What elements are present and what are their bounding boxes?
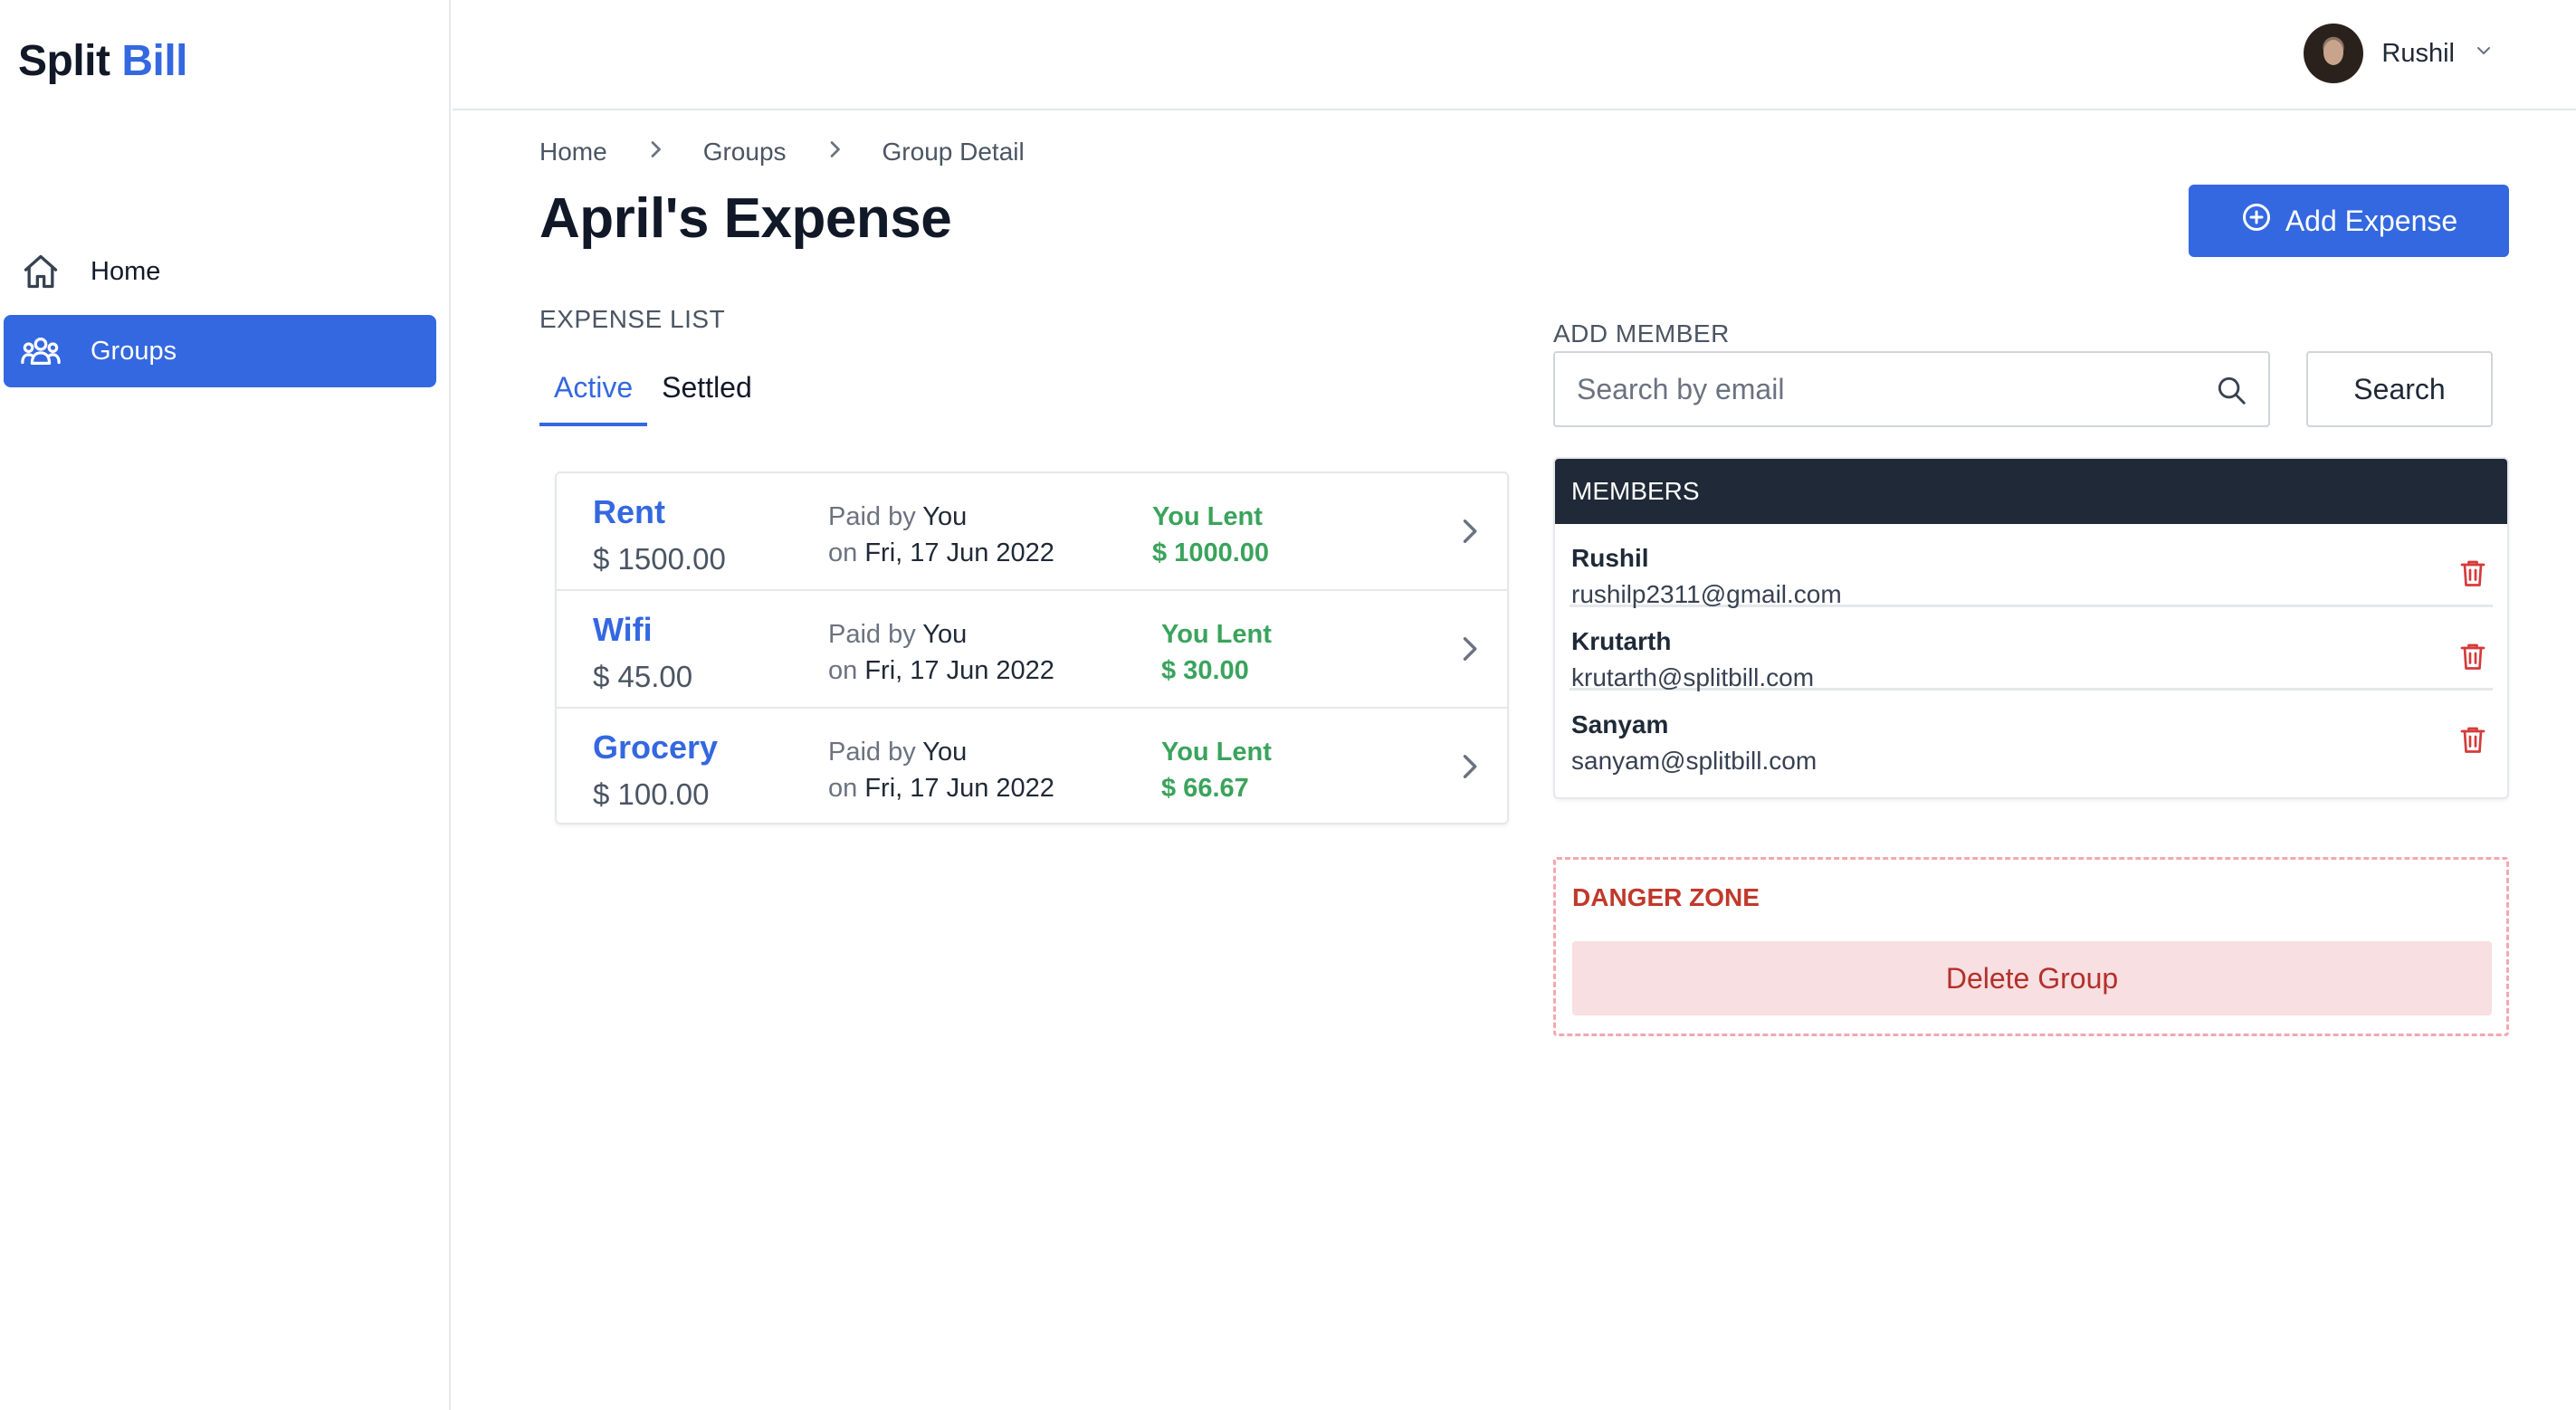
trash-icon[interactable] [2457, 557, 2489, 594]
tab-settled[interactable]: Settled [647, 362, 767, 426]
members-panel: MEMBERS Rushil rushilp2311@gmail.com Kru… [1553, 457, 2509, 799]
expense-name: Grocery [593, 729, 719, 766]
expense-paid-info: Paid by You on Fri, 17 Jun 2022 [828, 502, 1054, 567]
member-search-input[interactable]: Search by email [1553, 351, 2270, 427]
member-item: Sanyam sanyam@splitbill.com [1569, 691, 2493, 775]
add-expense-button[interactable]: Add Expense [2189, 185, 2509, 257]
sidebar: Split Bill Home Groups [0, 0, 451, 1410]
add-expense-label: Add Expense [2285, 204, 2458, 237]
expense-paid-info: Paid by You on Fri, 17 Jun 2022 [828, 620, 1054, 685]
top-bar: Rushil [453, 0, 2576, 110]
search-placeholder: Search by email [1577, 372, 1785, 405]
users-icon [20, 330, 62, 372]
expense-name: Wifi [593, 611, 653, 648]
avatar[interactable] [2304, 24, 2364, 83]
member-name: Rushil [1571, 544, 1649, 572]
expense-row-wifi[interactable]: Wifi $ 45.00 Paid by You on Fri, 17 Jun … [557, 591, 1507, 709]
user-name: Rushil [2381, 38, 2455, 68]
member-item: Rushil rushilp2311@gmail.com [1569, 524, 2493, 608]
sidebar-item-home[interactable]: Home [4, 235, 436, 308]
member-email: sanyam@splitbill.com [1571, 747, 1818, 775]
breadcrumb-group-detail: Group Detail [882, 138, 1025, 166]
chevron-right-icon [1456, 515, 1484, 548]
member-name: Krutarth [1571, 627, 1672, 655]
expense-lent-info: You Lent $ 1000.00 [1152, 502, 1270, 567]
member-email: krutarth@splitbill.com [1571, 663, 1815, 691]
search-button[interactable]: Search [2306, 351, 2493, 427]
chevron-right-icon [647, 138, 663, 167]
user-menu[interactable]: Rushil [2304, 24, 2495, 83]
sidebar-item-groups[interactable]: Groups [4, 315, 436, 387]
expense-row-rent[interactable]: Rent $ 1500.00 Paid by You on Fri, 17 Ju… [557, 473, 1507, 591]
expense-paid-info: Paid by You on Fri, 17 Jun 2022 [828, 738, 1054, 803]
page-title: April's Expense [539, 187, 952, 250]
danger-zone-title: DANGER ZONE [1572, 883, 1760, 911]
expense-amount: $ 100.00 [593, 777, 710, 811]
expense-list-label: EXPENSE LIST [539, 305, 726, 333]
brand-text-split: Split [18, 37, 110, 85]
tab-active[interactable]: Active [539, 362, 648, 426]
sidebar-item-label: Home [91, 256, 161, 286]
chevron-down-icon [2473, 39, 2495, 69]
delete-group-button[interactable]: Delete Group [1572, 941, 2492, 1015]
expense-name: Rent [593, 493, 665, 530]
danger-zone: DANGER ZONE Delete Group [1553, 857, 2509, 1036]
expense-lent-info: You Lent $ 66.67 [1161, 738, 1272, 803]
chevron-right-icon [1456, 750, 1484, 783]
chevron-right-icon [1456, 633, 1484, 665]
add-member-label: ADD MEMBER [1553, 319, 1730, 348]
members-header: MEMBERS [1555, 459, 2507, 524]
expense-amount: $ 1500.00 [593, 542, 726, 576]
sidebar-item-label: Groups [91, 336, 177, 366]
expense-tabs: Active Settled [539, 362, 767, 426]
member-name: Sanyam [1571, 710, 1669, 738]
breadcrumb-groups[interactable]: Groups [703, 138, 787, 167]
expense-lent-info: You Lent $ 30.00 [1161, 620, 1272, 685]
search-icon [2214, 373, 2248, 414]
trash-icon[interactable] [2457, 723, 2489, 760]
member-email: rushilp2311@gmail.com [1571, 580, 1842, 608]
trash-icon[interactable] [2457, 640, 2489, 677]
app-logo[interactable]: Split Bill [18, 36, 188, 86]
expense-list: Rent $ 1500.00 Paid by You on Fri, 17 Ju… [555, 472, 1509, 824]
chevron-right-icon [826, 138, 843, 167]
plus-circle-icon [2240, 201, 2273, 241]
breadcrumb: Home Groups Group Detail [539, 138, 1025, 167]
breadcrumb-home[interactable]: Home [539, 138, 607, 167]
expense-row-grocery[interactable]: Grocery $ 100.00 Paid by You on Fri, 17 … [557, 709, 1507, 826]
expense-amount: $ 45.00 [593, 660, 693, 693]
brand-text-bill: Bill [121, 37, 188, 85]
member-item: Krutarth krutarth@splitbill.com [1569, 607, 2493, 691]
home-icon [20, 251, 62, 292]
